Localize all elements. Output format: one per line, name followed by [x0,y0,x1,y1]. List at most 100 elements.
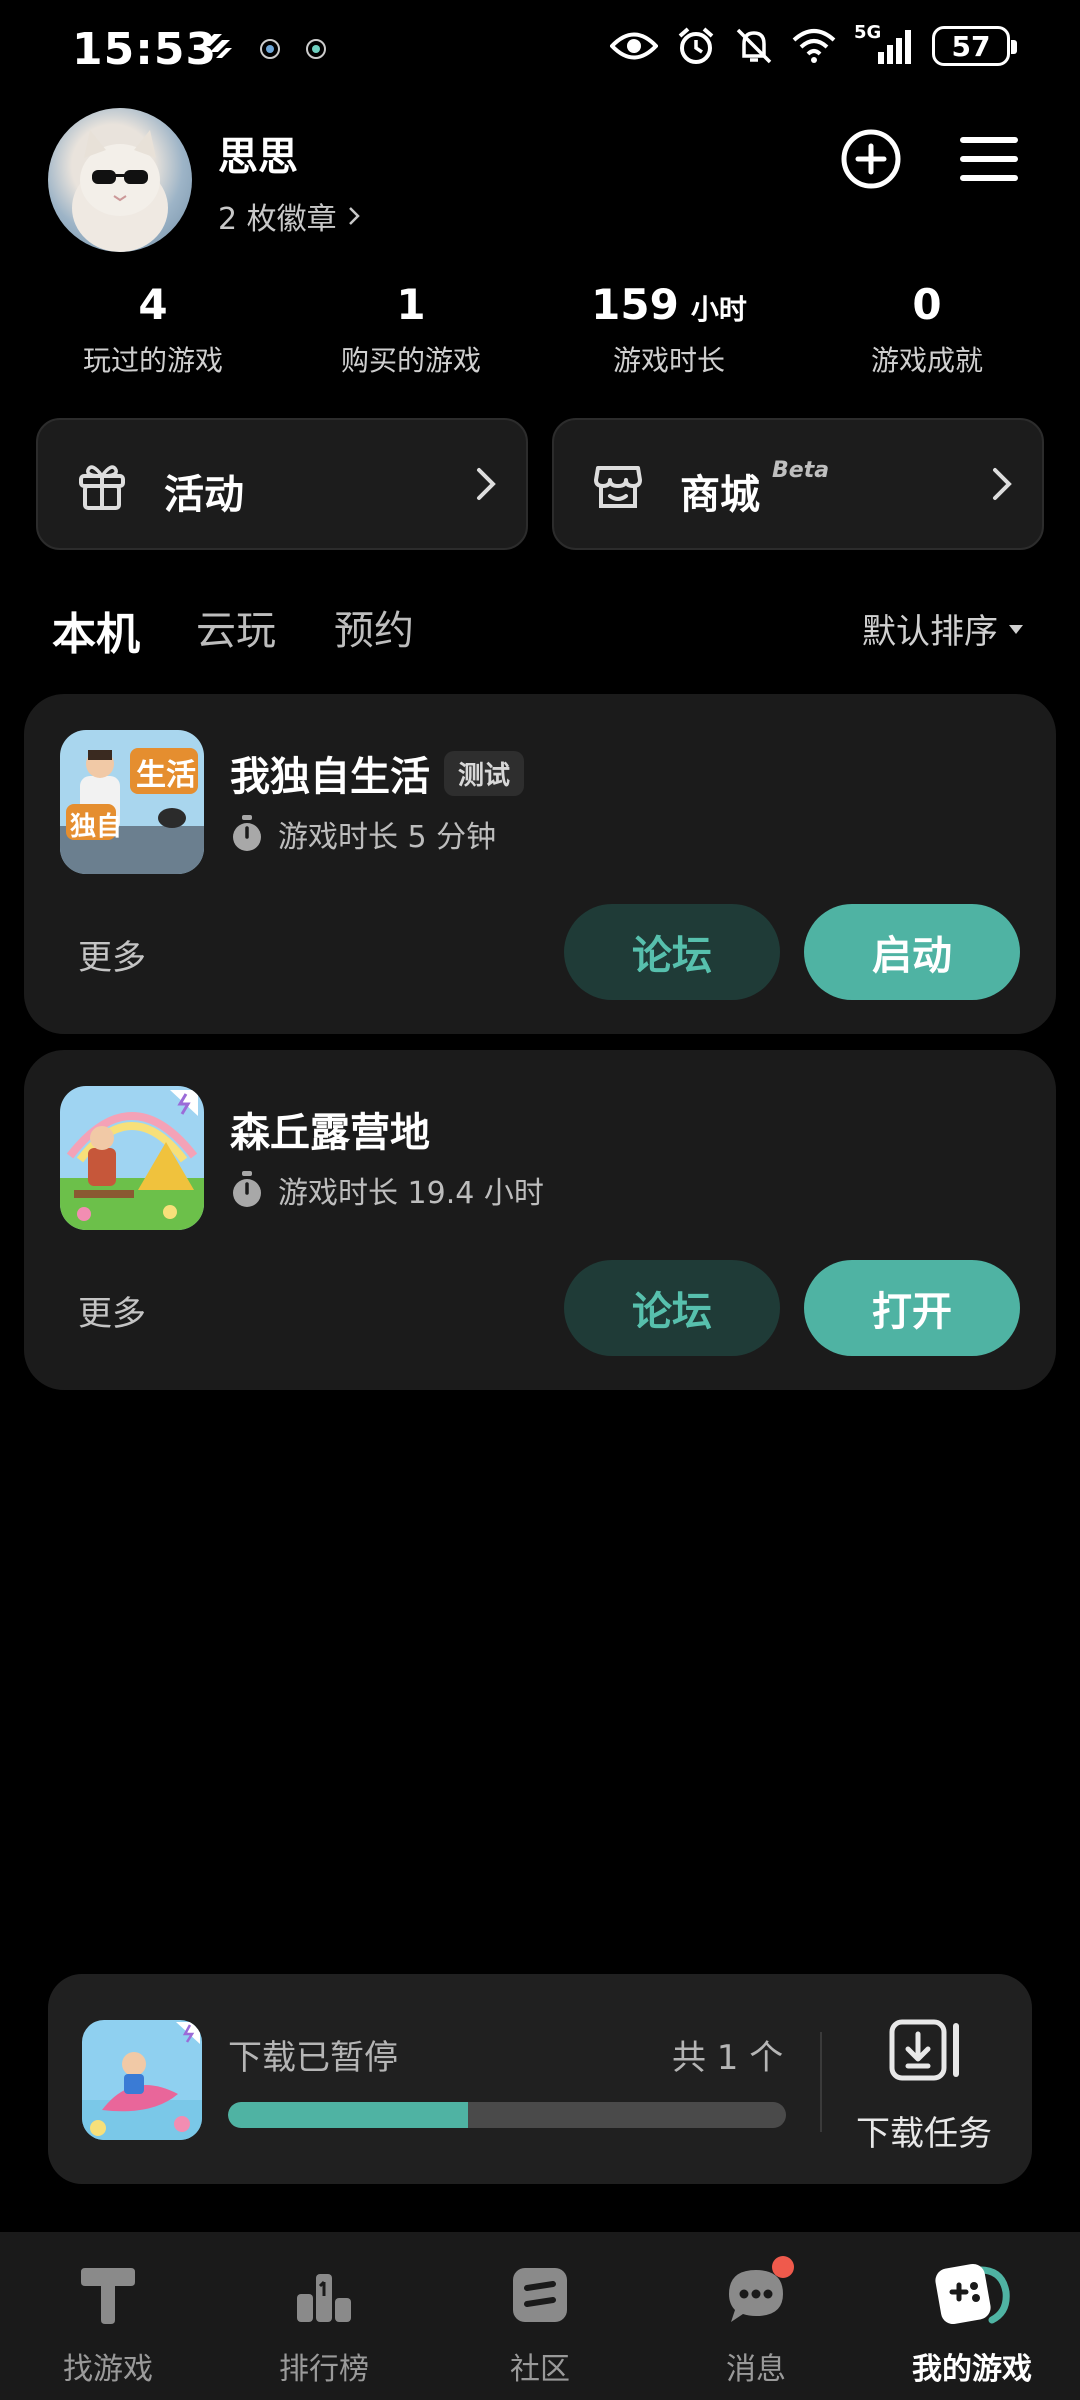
launch-button[interactable]: 启动 [804,904,1020,1000]
download-game-icon [82,2020,202,2140]
battery-indicator: 57 [932,26,1017,66]
username[interactable]: 思思 [218,124,298,182]
playtime-row: 游戏时长 5 分钟 [230,812,496,856]
community-icon [513,2268,567,2322]
game-card[interactable]: 生活 独自 我独自生活 测试 游戏时长 5 分钟 更多 论坛 启动 [24,694,1056,1034]
stat-value-wrap: 159 小时 [549,280,789,329]
tab-cloud-label: 云玩 [196,608,276,654]
test-tag: 测试 [444,750,525,796]
gift-icon [79,465,125,510]
wifi-icon [792,29,836,63]
more-button[interactable]: 更多 [78,930,146,979]
plus-circle-icon [841,129,901,189]
game-title[interactable]: 我独自生活 [230,744,430,802]
menu-button[interactable] [954,124,1024,194]
stopwatch-icon [233,815,261,851]
status-right-icons: 5G 57 [610,22,1017,66]
chevron-right-icon [477,468,496,500]
hammer-icon [81,2268,135,2324]
stat-purchased-games[interactable]: 1 购买的游戏 [291,280,531,379]
store-icon [594,466,642,508]
download-panel[interactable]: 下载已暂停 共 1 个 下载任务 [48,1974,1032,2184]
stat-value: 159 [591,280,679,329]
add-button[interactable] [836,124,906,194]
activity-card[interactable]: 活动 [36,418,528,550]
nav-label: 排行榜 [279,2352,369,2387]
nav-find-games[interactable]: 找游戏 [0,2260,216,2388]
sort-dropdown[interactable]: 默认排序 [862,604,1024,653]
open-button[interactable]: 打开 [804,1260,1020,1356]
download-task-label[interactable]: 下载任务 [856,2106,992,2155]
tab-local-label: 本机 [52,609,140,660]
nav-my-games[interactable]: 我的游戏 [864,2260,1080,2388]
signal-icon [878,30,911,64]
nav-label: 找游戏 [63,2352,153,2387]
forum-button[interactable]: 论坛 [564,1260,780,1356]
nav-messages[interactable]: 消息 [648,2256,864,2388]
app-notification-icon-2 [306,39,326,59]
heart-link-icon [202,34,232,58]
library-tabs: 本机 云玩 预约 默认排序 [0,590,1080,670]
game-card[interactable]: 森丘露营地 游戏时长 19.4 小时 更多 论坛 打开 [24,1050,1056,1390]
more-button[interactable]: 更多 [78,1286,146,1335]
download-progress-fill [228,2102,468,2128]
badges-link[interactable]: 2 枚徽章 [218,194,361,238]
playtime-row: 游戏时长 19.4 小时 [230,1168,544,1212]
app-notification-icon [260,39,280,59]
notification-dot [772,2256,794,2278]
tab-cloud[interactable]: 云玩 [196,598,276,656]
alarm-icon [678,27,714,64]
game-title-row: 森丘露营地 [230,1100,430,1158]
download-task-icon[interactable] [888,2018,964,2082]
store-label: 商城 [680,472,760,518]
game-title-row: 我独自生活 测试 [230,744,525,802]
playtime-text: 游戏时长 5 分钟 [278,820,497,855]
badges-count: 2 枚徽章 [218,202,337,237]
gamepad-icon [935,2263,1010,2325]
game-title[interactable]: 森丘露营地 [230,1100,430,1158]
forum-button[interactable]: 论坛 [564,904,780,1000]
stat-unit: 小时 [690,293,747,326]
nav-community[interactable]: 社区 [432,2260,648,2388]
beta-badge: Beta [772,458,830,483]
cat-avatar-image [72,130,168,252]
tab-local[interactable]: 本机 [48,598,144,662]
tab-reserve-label: 预约 [334,608,414,654]
mute-bell-icon [736,28,772,64]
sort-label: 默认排序 [862,612,998,652]
cover-text-duzi: 独自 [70,812,123,842]
game-icon[interactable]: 生活 独自 [60,730,204,874]
game-icon[interactable] [60,1086,204,1230]
game-cover-image [60,1086,204,1230]
stat-playtime[interactable]: 159 小时 游戏时长 [549,280,789,379]
divider [820,2032,822,2132]
stats-row: 4 玩过的游戏 1 购买的游戏 159 小时 游戏时长 0 游戏成就 [0,280,1080,380]
stopwatch-icon [233,1171,261,1207]
stat-label: 游戏成就 [870,344,983,377]
nav-label: 消息 [726,2352,786,2387]
ranking-icon [297,2274,351,2322]
eye-icon [610,32,658,60]
hamburger-menu-icon [960,137,1018,181]
status-bar: 15:53 5G 57 [0,0,1080,100]
playtime-text: 游戏时长 19.4 小时 [278,1176,544,1211]
download-count: 共 1 个 [672,2038,784,2078]
store-card[interactable]: 商城 Beta [552,418,1044,550]
stat-label: 购买的游戏 [340,344,481,377]
store-label-wrap: 商城 Beta [680,458,829,520]
nav-ranking[interactable]: 排行榜 [216,2260,432,2388]
stat-achievements[interactable]: 0 游戏成就 [807,280,1047,379]
status-left-icons [196,32,328,66]
stat-value: 1 [396,280,426,329]
chevron-right-icon [993,468,1012,500]
cellular-signal: 5G [854,22,914,66]
download-progress-bar [228,2102,786,2128]
tab-reserve[interactable]: 预约 [334,598,414,656]
bottom-nav: 找游戏 排行榜 社区 消息 我的游戏 [0,2232,1080,2400]
stat-value: 4 [138,280,168,329]
stat-label: 玩过的游戏 [82,344,223,377]
nav-label: 我的游戏 [912,2352,1032,2387]
download-status: 下载已暂停 [228,2038,398,2078]
stat-played-games[interactable]: 4 玩过的游戏 [33,280,273,379]
avatar[interactable] [48,108,192,252]
